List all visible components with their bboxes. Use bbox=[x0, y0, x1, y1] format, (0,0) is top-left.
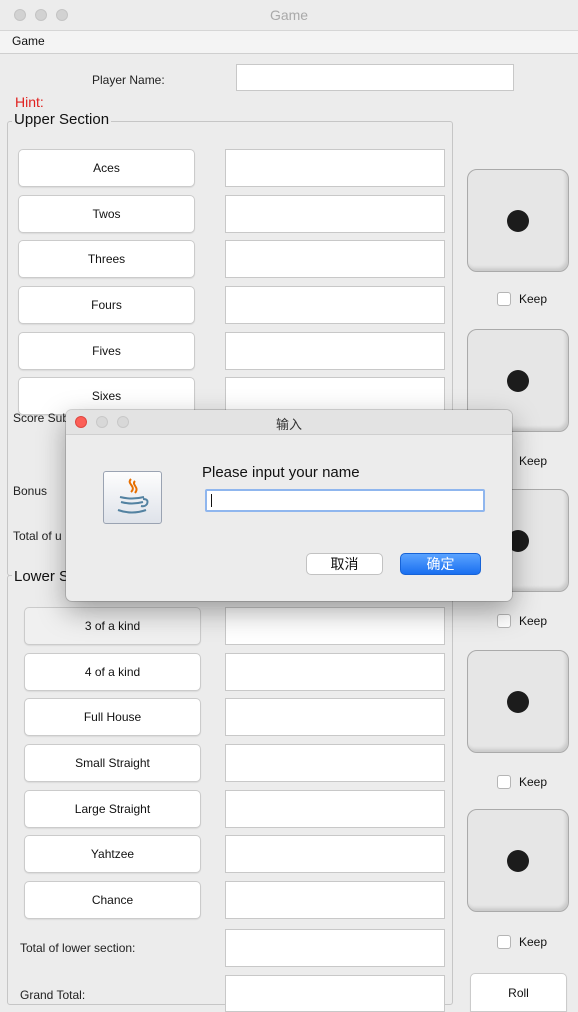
yahtzee-score-field[interactable] bbox=[225, 835, 445, 873]
bonus-label: Bonus bbox=[13, 484, 48, 498]
fives-button[interactable]: Fives bbox=[18, 332, 195, 370]
yahtzee-button[interactable]: Yahtzee bbox=[24, 835, 201, 873]
name-input[interactable] bbox=[205, 489, 485, 512]
keep-checkbox-4[interactable]: Keep bbox=[497, 775, 547, 789]
upper-section-title: Upper Section bbox=[12, 111, 112, 128]
keep-label: Keep bbox=[519, 935, 548, 949]
keep-label: Keep bbox=[519, 614, 548, 628]
keep-checkbox-5[interactable]: Keep bbox=[497, 935, 547, 949]
large-straight-button[interactable]: Large Straight bbox=[24, 790, 201, 828]
die-5[interactable] bbox=[467, 809, 569, 912]
aces-button[interactable]: Aces bbox=[18, 149, 195, 187]
threes-score-field[interactable] bbox=[225, 240, 445, 278]
die-1[interactable] bbox=[467, 169, 569, 272]
dialog-title: 输入 bbox=[275, 417, 302, 432]
checkbox-icon[interactable] bbox=[497, 614, 511, 628]
grand-total-label: Grand Total: bbox=[20, 988, 86, 1002]
roll-button[interactable]: Roll bbox=[470, 973, 567, 1012]
window-titlebar: Game bbox=[0, 0, 578, 31]
lower-total-label: Total of lower section: bbox=[20, 941, 136, 955]
checkbox-icon[interactable] bbox=[497, 292, 511, 306]
menu-game[interactable]: Game bbox=[12, 34, 45, 48]
small-straight-score-field[interactable] bbox=[225, 744, 445, 782]
lower-total-field bbox=[225, 929, 445, 967]
full-house-score-field[interactable] bbox=[225, 698, 445, 736]
player-name-label: Player Name: bbox=[92, 73, 165, 87]
lower-section-title: Lower S bbox=[12, 568, 72, 585]
input-dialog: 输入 Please input your name 取消 确定 bbox=[66, 410, 512, 601]
die-pip-icon bbox=[507, 850, 529, 872]
dialog-prompt: Please input your name bbox=[202, 464, 360, 481]
text-caret bbox=[211, 494, 212, 507]
keep-label: Keep bbox=[519, 454, 548, 468]
four-of-a-kind-score-field[interactable] bbox=[225, 653, 445, 691]
dialog-titlebar: 输入 bbox=[66, 410, 512, 435]
menubar: Game bbox=[0, 31, 578, 54]
keep-checkbox-3[interactable]: Keep bbox=[497, 614, 547, 628]
aces-score-field[interactable] bbox=[225, 149, 445, 187]
java-cup-svg bbox=[117, 478, 149, 514]
twos-button[interactable]: Twos bbox=[18, 195, 195, 233]
score-subtotal-label: Score Sub bbox=[13, 411, 70, 425]
upper-total-label: Total of u bbox=[13, 529, 62, 543]
keep-label: Keep bbox=[519, 775, 548, 789]
window-title: Game bbox=[269, 7, 309, 23]
hint-label: Hint: bbox=[15, 94, 44, 110]
keep-checkbox-1[interactable]: Keep bbox=[497, 292, 547, 306]
die-pip-icon bbox=[507, 210, 529, 232]
die-4[interactable] bbox=[467, 650, 569, 753]
checkbox-icon[interactable] bbox=[497, 775, 511, 789]
cancel-button[interactable]: 取消 bbox=[306, 553, 383, 575]
twos-score-field[interactable] bbox=[225, 195, 445, 233]
die-pip-icon bbox=[507, 691, 529, 713]
grand-total-field bbox=[225, 975, 445, 1012]
checkbox-icon[interactable] bbox=[497, 935, 511, 949]
java-icon bbox=[103, 471, 162, 524]
ok-button[interactable]: 确定 bbox=[400, 553, 481, 575]
small-straight-button[interactable]: Small Straight bbox=[24, 744, 201, 782]
three-of-a-kind-score-field[interactable] bbox=[225, 607, 445, 645]
large-straight-score-field[interactable] bbox=[225, 790, 445, 828]
four-of-a-kind-button[interactable]: 4 of a kind bbox=[24, 653, 201, 691]
threes-button[interactable]: Threes bbox=[18, 240, 195, 278]
fours-score-field[interactable] bbox=[225, 286, 445, 324]
full-house-button[interactable]: Full House bbox=[24, 698, 201, 736]
fives-score-field[interactable] bbox=[225, 332, 445, 370]
fours-button[interactable]: Fours bbox=[18, 286, 195, 324]
keep-label: Keep bbox=[519, 292, 548, 306]
die-pip-icon bbox=[507, 370, 529, 392]
player-name-field[interactable] bbox=[236, 64, 514, 91]
chance-score-field[interactable] bbox=[225, 881, 445, 919]
three-of-a-kind-button[interactable]: 3 of a kind bbox=[24, 607, 201, 645]
chance-button[interactable]: Chance bbox=[24, 881, 201, 919]
